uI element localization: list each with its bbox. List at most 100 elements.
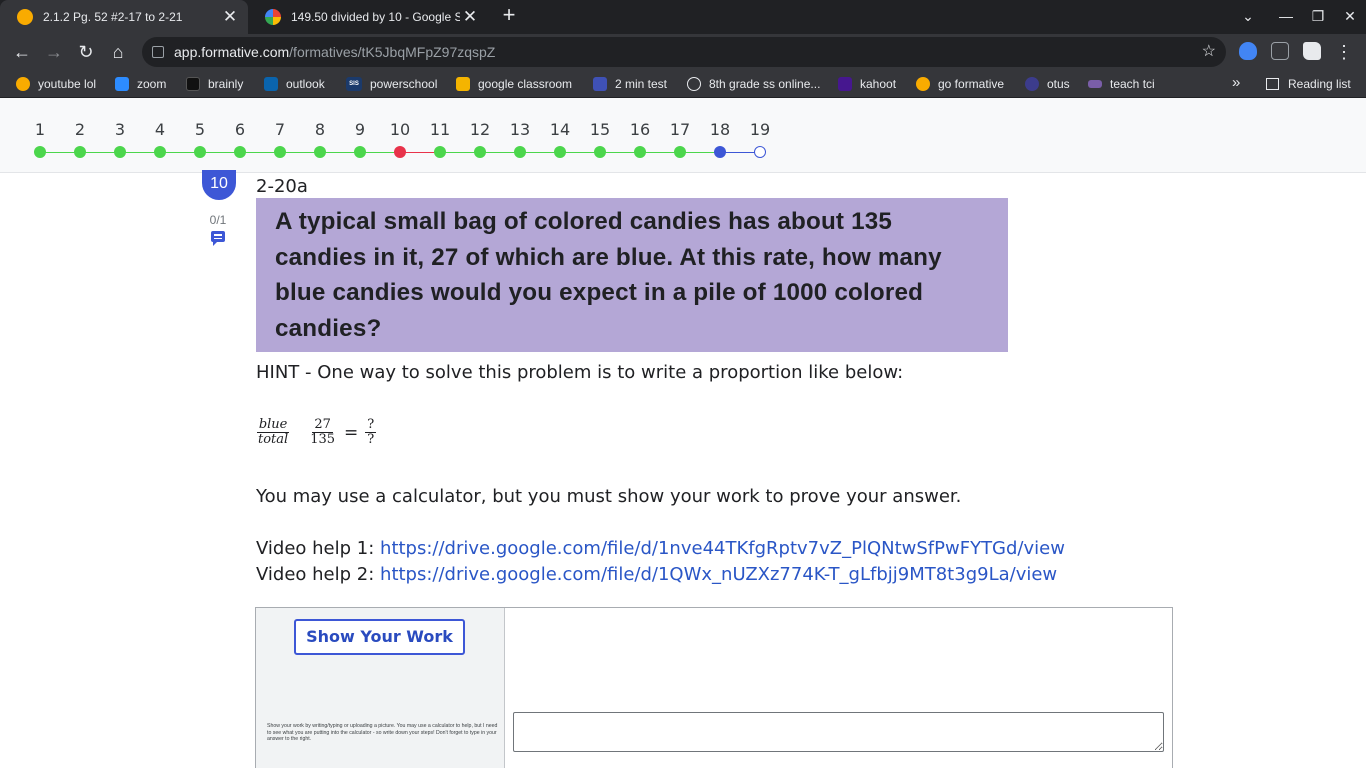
question-nav-dot-answered[interactable] [674,146,686,158]
question-number-badge: 10 [202,170,236,200]
question-nav-number[interactable]: 8 [305,120,335,139]
reading-list-icon [1266,78,1279,90]
question-nav-dot-answered[interactable] [34,146,46,158]
video-help-2: Video help 2: https://drive.google.com/f… [256,564,1058,585]
kahoot-icon [838,77,852,91]
shield-extension-icon[interactable] [1239,42,1257,60]
question-nav-dot-answered[interactable] [514,146,526,158]
tab-title: 2.1.2 Pg. 52 #2-17 to 2-21 [43,10,183,24]
question-nav-dot-answered[interactable] [154,146,166,158]
bookmark-youtube-lol[interactable]: youtube lol [16,70,96,98]
bookmark-otus[interactable]: otus [1025,70,1070,98]
video-help-1: Video help 1: https://drive.google.com/f… [256,538,1065,559]
question-nav-dot-answered[interactable] [554,146,566,158]
forward-arrow-icon[interactable]: → [41,39,67,65]
question-nav-number[interactable]: 12 [465,120,495,139]
restore-button[interactable]: ❐ [1302,0,1334,34]
question-nav-number[interactable]: 7 [265,120,295,139]
bookmark-google-classroom[interactable]: google classroom [456,70,572,98]
google-favicon-icon [265,9,281,25]
tab-search-icon[interactable]: ⌄ [1232,0,1264,34]
bookmark-outlook[interactable]: outlook [264,70,325,98]
question-nav-number[interactable]: 15 [585,120,615,139]
question-nav-dot-answered[interactable] [234,146,246,158]
fraction-blue-total: blue total [256,417,290,447]
question-nav-dot-answered[interactable] [274,146,286,158]
bookmarks-bar: youtube lol zoom brainly outlook SIS powe… [0,70,1366,98]
tab-google-search[interactable]: 149.50 divided by 10 - Google Se ✕ [248,0,488,34]
address-bar[interactable]: app.formative.com/formatives/tK5JbqMFpZ9… [142,37,1226,67]
question-nav-dot-answered[interactable] [114,146,126,158]
outlook-icon [264,77,278,91]
question-nav-dot-answered[interactable] [314,146,326,158]
video-help-1-link[interactable]: https://drive.google.com/file/d/1nve44TK… [380,538,1065,559]
tab-extension-icon[interactable] [1271,42,1289,60]
new-tab-button[interactable]: + [498,4,520,28]
answer-input[interactable] [513,712,1164,752]
question-nav-dot-answered[interactable] [634,146,646,158]
question-nav-number[interactable]: 3 [105,120,135,139]
question-nav-dot-answered[interactable] [354,146,366,158]
tab-close-icon[interactable]: ✕ [460,7,480,27]
question-nav-number[interactable]: 4 [145,120,175,139]
question-nav-number[interactable]: 16 [625,120,655,139]
reload-icon[interactable]: ↻ [73,39,99,65]
question-nav-number[interactable]: 19 [745,120,775,139]
url-text: app.formative.com/formatives/tK5JbqMFpZ9… [174,44,496,60]
puzzle-extension-icon[interactable] [1303,42,1321,60]
question-nav-dot-current[interactable] [714,146,726,158]
bookmark-powerschool[interactable]: SIS powerschool [346,70,437,98]
question-navigator: 1 2 3 4 5 6 7 8 9 10 11 12 13 14 15 16 17 18 19 [0,98,1366,173]
video-help-2-link[interactable]: https://drive.google.com/file/d/1QWx_nUZ… [380,564,1057,585]
question-nav-number[interactable]: 10 [385,120,415,139]
question-nav-dot-incorrect[interactable] [394,146,406,158]
forms-icon [593,77,607,91]
question-nav-number[interactable]: 17 [665,120,695,139]
bookmark-brainly[interactable]: brainly [186,70,243,98]
tab-close-icon[interactable]: ✕ [220,7,240,27]
bookmark-zoom[interactable]: zoom [115,70,166,98]
question-nav-dot-answered[interactable] [594,146,606,158]
question-nav-dot-answered[interactable] [74,146,86,158]
bookmark-8th-grade-ss[interactable]: 8th grade ss online... [687,70,820,98]
question-nav-number[interactable]: 6 [225,120,255,139]
formative-favicon-icon [17,9,33,25]
bookmark-kahoot[interactable]: kahoot [838,70,896,98]
equals-sign: = [344,422,359,443]
question-nav-dot-unanswered[interactable] [754,146,766,158]
question-nav-dot-answered[interactable] [474,146,486,158]
question-nav-number[interactable]: 13 [505,120,535,139]
minimize-button[interactable]: — [1270,0,1302,34]
bookmark-teach-tci[interactable]: teach tci [1088,70,1155,98]
show-your-work-button[interactable]: Show Your Work [294,619,465,655]
bookmark-2-min-test[interactable]: 2 min test [593,70,667,98]
question-nav-number[interactable]: 1 [25,120,55,139]
show-work-panel: Show Your Work Show your work by writing… [255,607,1173,768]
powerschool-icon: SIS [346,77,362,91]
bookmarks-overflow-icon[interactable]: » [1232,74,1240,91]
globe-icon [687,77,701,91]
question-nav-number[interactable]: 14 [545,120,575,139]
tab-title: 149.50 divided by 10 - Google Se [291,10,460,24]
close-window-button[interactable]: ✕ [1334,0,1366,34]
comment-icon[interactable] [211,231,225,246]
question-nav-number[interactable]: 18 [705,120,735,139]
home-icon[interactable]: ⌂ [105,39,131,65]
question-nav-number[interactable]: 5 [185,120,215,139]
bookmark-go-formative[interactable]: go formative [916,70,1004,98]
question-nav-number[interactable]: 9 [345,120,375,139]
menu-kebab-icon[interactable]: ⋮ [1331,39,1357,65]
bookmark-favicon-icon [916,77,930,91]
reading-list-button[interactable]: Reading list [1266,70,1351,98]
question-nav-dot-answered[interactable] [434,146,446,158]
question-nav-dot-answered[interactable] [194,146,206,158]
question-nav-number[interactable]: 11 [425,120,455,139]
bookmark-star-icon[interactable]: ☆ [1202,41,1216,61]
hint-text: HINT - One way to solve this problem is … [256,362,904,383]
back-arrow-icon[interactable]: ← [9,39,35,65]
tab-assignment[interactable]: 2.1.2 Pg. 52 #2-17 to 2-21 ✕ [0,0,248,34]
zoom-icon [115,77,129,91]
site-info-icon[interactable] [152,46,164,58]
question-score: 0/1 [209,213,227,227]
question-nav-number[interactable]: 2 [65,120,95,139]
